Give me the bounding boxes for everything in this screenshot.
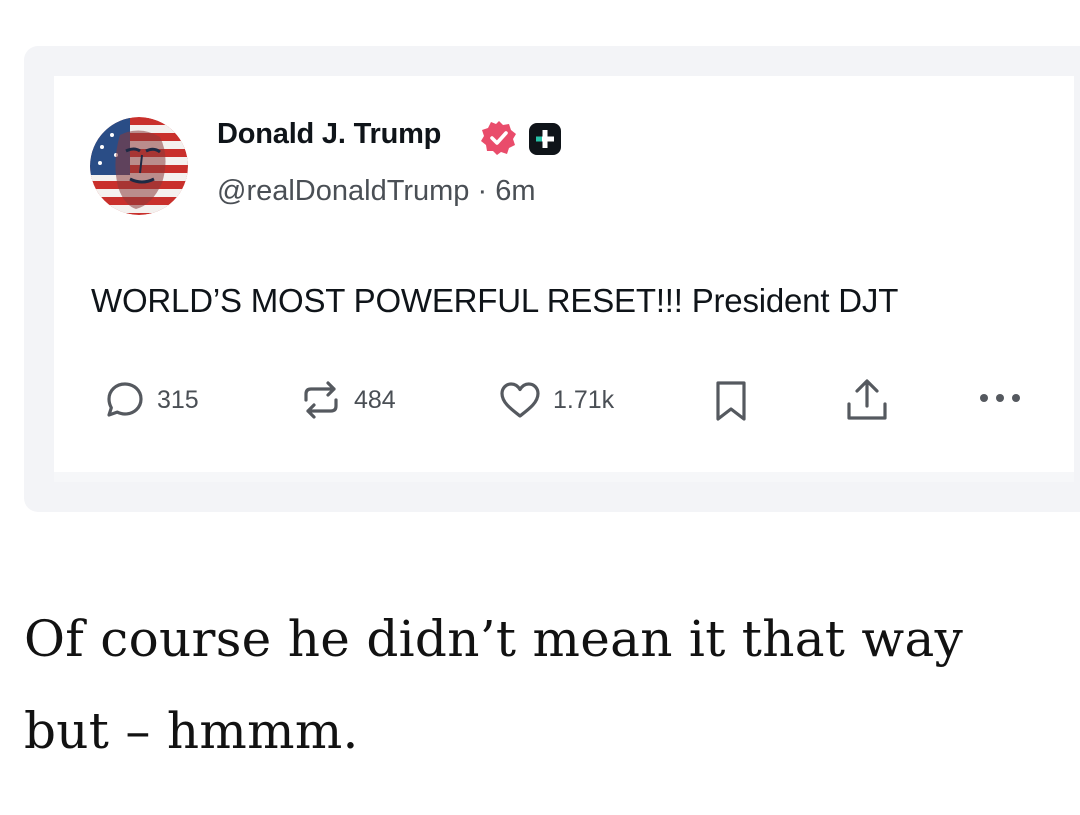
author-name[interactable]: Donald J. Trump [217,118,441,151]
like-count: 1.71k [553,385,615,414]
repost-count: 484 [354,385,396,414]
reply-icon [107,382,143,417]
flag-portrait-avatar-icon [90,117,188,215]
reply-button[interactable]: 315 [103,378,199,422]
author-avatar[interactable] [90,117,188,215]
verified-badge-icon [481,121,516,155]
more-options-button[interactable] [976,388,1024,408]
reply-count: 315 [157,385,199,414]
article-caption: Of course he didn’t mean it that way but… [24,610,964,760]
heart-icon [500,382,540,418]
like-button[interactable]: 1.71k [497,378,614,422]
meta-separator: · [477,175,488,207]
post-meta: @realDonaldTrump · 6m [217,175,536,208]
repost-icon [304,381,338,419]
post-text: WORLD’S MOST POWERFUL RESET!!! President… [91,282,899,319]
share-icon [847,379,887,420]
more-icon [980,394,1020,402]
repost-button[interactable]: 484 [298,378,396,422]
author-handle[interactable]: @realDonaldTrump [217,175,469,207]
post-card-footer-strip [54,472,1074,482]
post-time[interactable]: 6m [495,175,535,207]
bookmark-button[interactable] [711,378,751,424]
bookmark-icon [716,381,746,421]
share-button[interactable] [844,376,890,424]
plus-badge-icon [529,123,561,155]
